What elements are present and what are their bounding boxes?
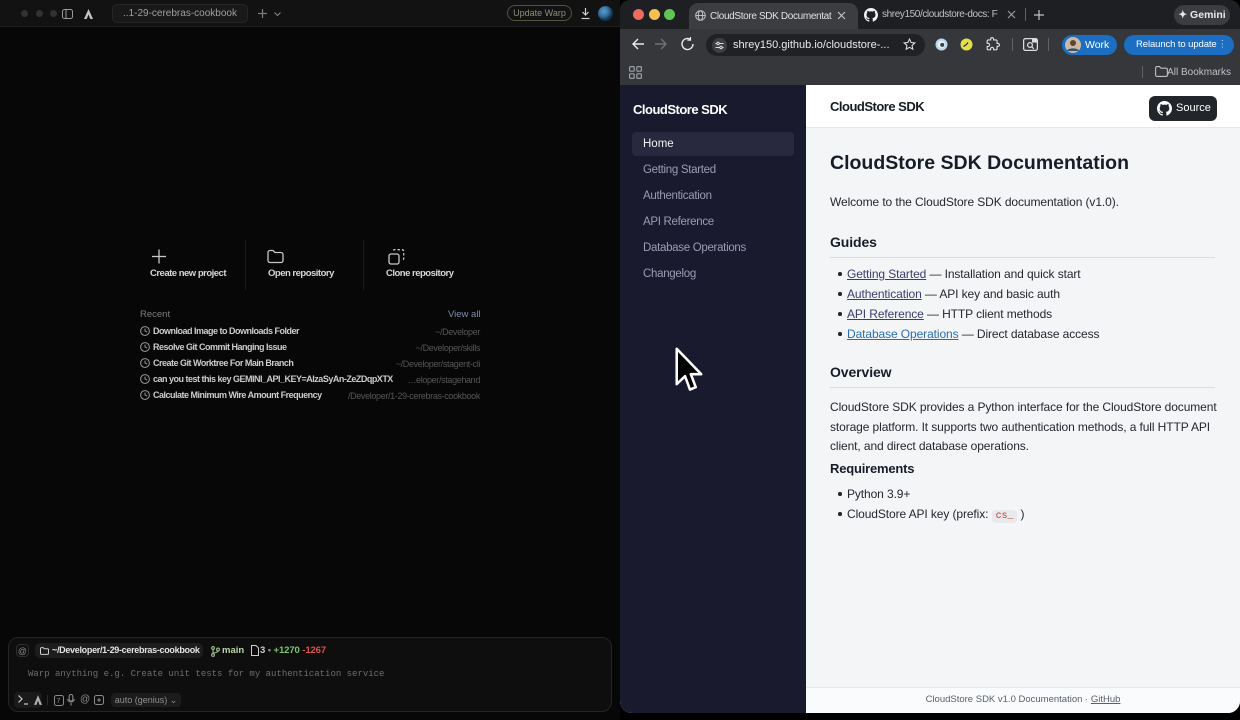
svg-text:7: 7 (57, 698, 61, 705)
